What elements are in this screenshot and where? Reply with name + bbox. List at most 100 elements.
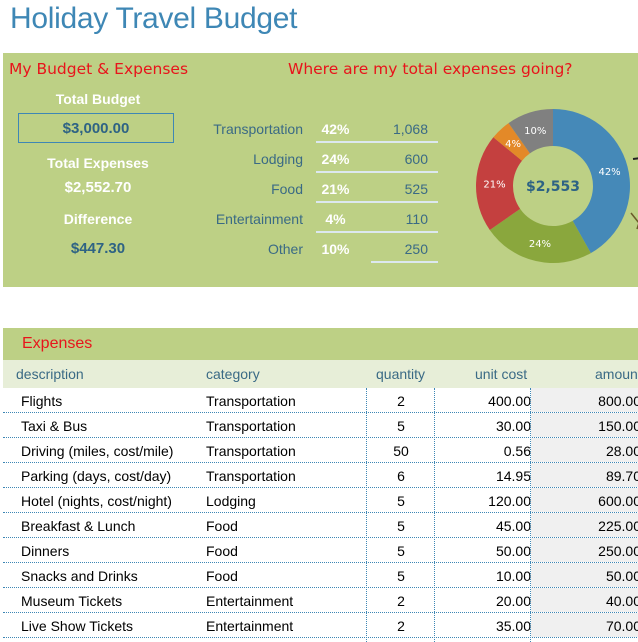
category-row: Lodging 24% 600 (203, 144, 438, 174)
amount-cell[interactable]: 150.00 (531, 418, 638, 434)
table-row[interactable]: Breakfast & Lunch Food 5 45.00 225.00 (3, 513, 638, 538)
amount-cell[interactable]: 50.00 (531, 568, 638, 584)
category-row: Food 21% 525 (203, 174, 438, 204)
donut-data-label: 21% (483, 180, 505, 191)
category-cell[interactable]: Food (206, 568, 238, 584)
table-row[interactable]: Museum Tickets Entertainment 2 20.00 40.00 (3, 588, 638, 613)
quantity-cell[interactable]: 5 (367, 418, 435, 434)
amount-cell[interactable]: 250.00 (531, 543, 638, 559)
quantity-cell[interactable]: 50 (367, 443, 435, 459)
category-cell[interactable]: Food (206, 518, 238, 534)
donut-data-label: 24% (529, 239, 551, 250)
column-header-quantity[interactable]: quantity (376, 366, 425, 382)
description-cell[interactable]: Taxi & Bus (21, 418, 87, 434)
unit-cost-cell[interactable]: 14.95 (435, 468, 531, 484)
column-header-unit-cost[interactable]: unit cost (475, 366, 527, 382)
amount-cell[interactable]: 89.70 (531, 468, 638, 484)
amount-cell[interactable]: 28.00 (531, 443, 638, 459)
unit-cost-cell[interactable]: 0.56 (435, 443, 531, 459)
total-budget-input[interactable]: $3,000.00 (18, 113, 174, 143)
category-cell[interactable]: Transportation (206, 468, 296, 484)
row-divider (316, 171, 438, 173)
quantity-cell[interactable]: 5 (367, 543, 435, 559)
category-row: Transportation 42% 1,068 (203, 114, 438, 144)
decoration-icon (632, 157, 638, 160)
category-cell[interactable]: Transportation (206, 443, 296, 459)
category-percent: 24% (321, 151, 350, 167)
unit-cost-cell[interactable]: 20.00 (435, 593, 531, 609)
amount-cell[interactable]: 40.00 (531, 593, 638, 609)
description-cell[interactable]: Museum Tickets (21, 593, 122, 609)
description-cell[interactable]: Driving (miles, cost/mile) (21, 443, 173, 459)
table-row[interactable]: Driving (miles, cost/mile) Transportation… (3, 438, 638, 463)
category-name: Other (267, 241, 303, 257)
column-divider (530, 388, 531, 642)
quantity-cell[interactable]: 5 (367, 518, 435, 534)
category-name: Entertainment (215, 211, 303, 227)
unit-cost-cell[interactable]: 35.00 (435, 618, 531, 634)
summary-panel: My Budget & Expenses Where are my total … (3, 53, 638, 287)
description-cell[interactable]: Hotel (nights, cost/night) (21, 493, 172, 509)
total-expenses-value: $2,552.70 (64, 179, 132, 196)
description-cell[interactable]: Parking (days, cost/day) (21, 468, 171, 484)
table-row[interactable]: Snacks and Drinks Food 5 10.00 50.00 (3, 563, 638, 588)
category-name: Transportation (213, 121, 303, 137)
column-header-category[interactable]: category (206, 366, 260, 382)
description-cell[interactable]: Snacks and Drinks (21, 568, 138, 584)
table-row[interactable]: Flights Transportation 2 400.00 800.00 (3, 388, 638, 413)
expenses-donut-chart[interactable]: 42% 24% 21% 4%10% $2,553 (468, 101, 638, 271)
category-cell[interactable]: Transportation (206, 418, 296, 434)
category-percent: 42% (321, 121, 350, 137)
table-row[interactable]: Live Show Tickets Entertainment 2 35.00 70.0… (3, 613, 638, 638)
amount-cell[interactable]: 600.00 (531, 493, 638, 509)
unit-cost-cell[interactable]: 45.00 (435, 518, 531, 534)
category-cell[interactable]: Transportation (206, 393, 296, 409)
expenses-table-header: description category quantity unit cost … (3, 360, 638, 388)
category-percent: 4% (325, 211, 346, 227)
difference-label: Difference (63, 211, 133, 227)
unit-cost-cell[interactable]: 400.00 (435, 393, 531, 409)
quantity-cell[interactable]: 2 (367, 593, 435, 609)
table-row[interactable]: Hotel (nights, cost/night) Lodging 5 120.00… (3, 488, 638, 513)
category-amount: 600 (404, 151, 428, 167)
unit-cost-cell[interactable]: 120.00 (435, 493, 531, 509)
expenses-section-header: Expenses (3, 328, 638, 360)
budget-expenses-heading: My Budget & Expenses (9, 60, 189, 78)
total-expenses-label: Total Expenses (47, 155, 149, 171)
quantity-cell[interactable]: 5 (367, 493, 435, 509)
category-row: Other 10% 250 (203, 234, 438, 264)
unit-cost-cell[interactable]: 30.00 (435, 418, 531, 434)
category-amount: 110 (405, 211, 428, 227)
description-cell[interactable]: Live Show Tickets (21, 618, 133, 634)
description-cell[interactable]: Breakfast & Lunch (21, 518, 135, 534)
description-cell[interactable]: Dinners (21, 543, 69, 559)
table-row[interactable]: Taxi & Bus Transportation 5 30.00 150.00 (3, 413, 638, 438)
row-divider (316, 141, 438, 143)
page-title: Holiday Travel Budget (10, 2, 298, 35)
amount-cell[interactable]: 800.00 (531, 393, 638, 409)
unit-cost-cell[interactable]: 10.00 (435, 568, 531, 584)
row-divider (316, 231, 438, 233)
amount-cell[interactable]: 70.00 (531, 618, 638, 634)
category-cell[interactable]: Entertainment (206, 593, 293, 609)
unit-cost-cell[interactable]: 50.00 (435, 543, 531, 559)
column-header-amount[interactable]: amount (595, 366, 638, 382)
category-cell[interactable]: Entertainment (206, 618, 293, 634)
category-cell[interactable]: Food (206, 543, 238, 559)
quantity-cell[interactable]: 2 (367, 618, 435, 634)
column-header-description[interactable]: description (16, 366, 84, 382)
description-cell[interactable]: Flights (21, 393, 62, 409)
table-row[interactable]: Dinners Food 5 50.00 250.00 (3, 538, 638, 563)
quantity-cell[interactable]: 6 (367, 468, 435, 484)
quantity-cell[interactable]: 2 (367, 393, 435, 409)
donut-center-total: $2,553 (526, 179, 580, 195)
difference-value: $447.30 (70, 240, 126, 257)
category-name: Lodging (253, 151, 303, 167)
table-row[interactable]: Parking (days, cost/day) Transportation 6 1… (3, 463, 638, 488)
expenses-heading: Expenses (22, 335, 93, 352)
category-name: Food (271, 181, 303, 197)
amount-cell[interactable]: 225.00 (531, 518, 638, 534)
donut-data-label: 10% (524, 126, 546, 137)
quantity-cell[interactable]: 5 (367, 568, 435, 584)
category-cell[interactable]: Lodging (206, 493, 256, 509)
